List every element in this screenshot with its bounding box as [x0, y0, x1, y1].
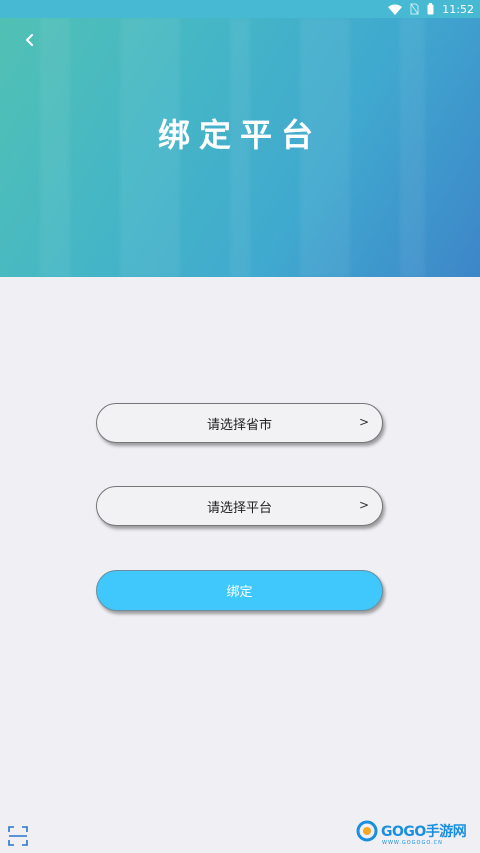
chevron-right-icon: > — [358, 415, 369, 429]
gogo-logo-icon — [356, 820, 378, 842]
chevron-left-icon — [26, 34, 33, 46]
watermark: GOGO手游网 WWW.GOGOGO.CN — [356, 818, 467, 846]
status-time: 11:52 — [442, 2, 474, 16]
platform-select[interactable]: 请选择平台 > — [96, 486, 383, 526]
back-button[interactable] — [18, 28, 42, 52]
bind-button[interactable]: 绑定 — [96, 570, 383, 611]
watermark-subtext: WWW.GOGOGO.CN — [382, 840, 443, 846]
header-banner: 绑定平台 — [0, 18, 480, 277]
scan-icon[interactable] — [8, 826, 28, 846]
no-sim-icon — [410, 3, 419, 15]
province-city-select-label: 请选择省市 — [206, 417, 272, 433]
province-city-select[interactable]: 请选择省市 > — [96, 403, 383, 443]
status-bar: 11:52 — [0, 0, 480, 18]
chevron-right-icon: > — [358, 498, 369, 512]
page-title: 绑定平台 — [157, 116, 322, 154]
battery-icon — [427, 3, 434, 15]
wifi-icon — [388, 4, 403, 15]
status-icons: 11:52 — [388, 2, 474, 16]
platform-select-label: 请选择平台 — [206, 500, 272, 516]
watermark-text: GOGO手游网 — [381, 824, 467, 840]
